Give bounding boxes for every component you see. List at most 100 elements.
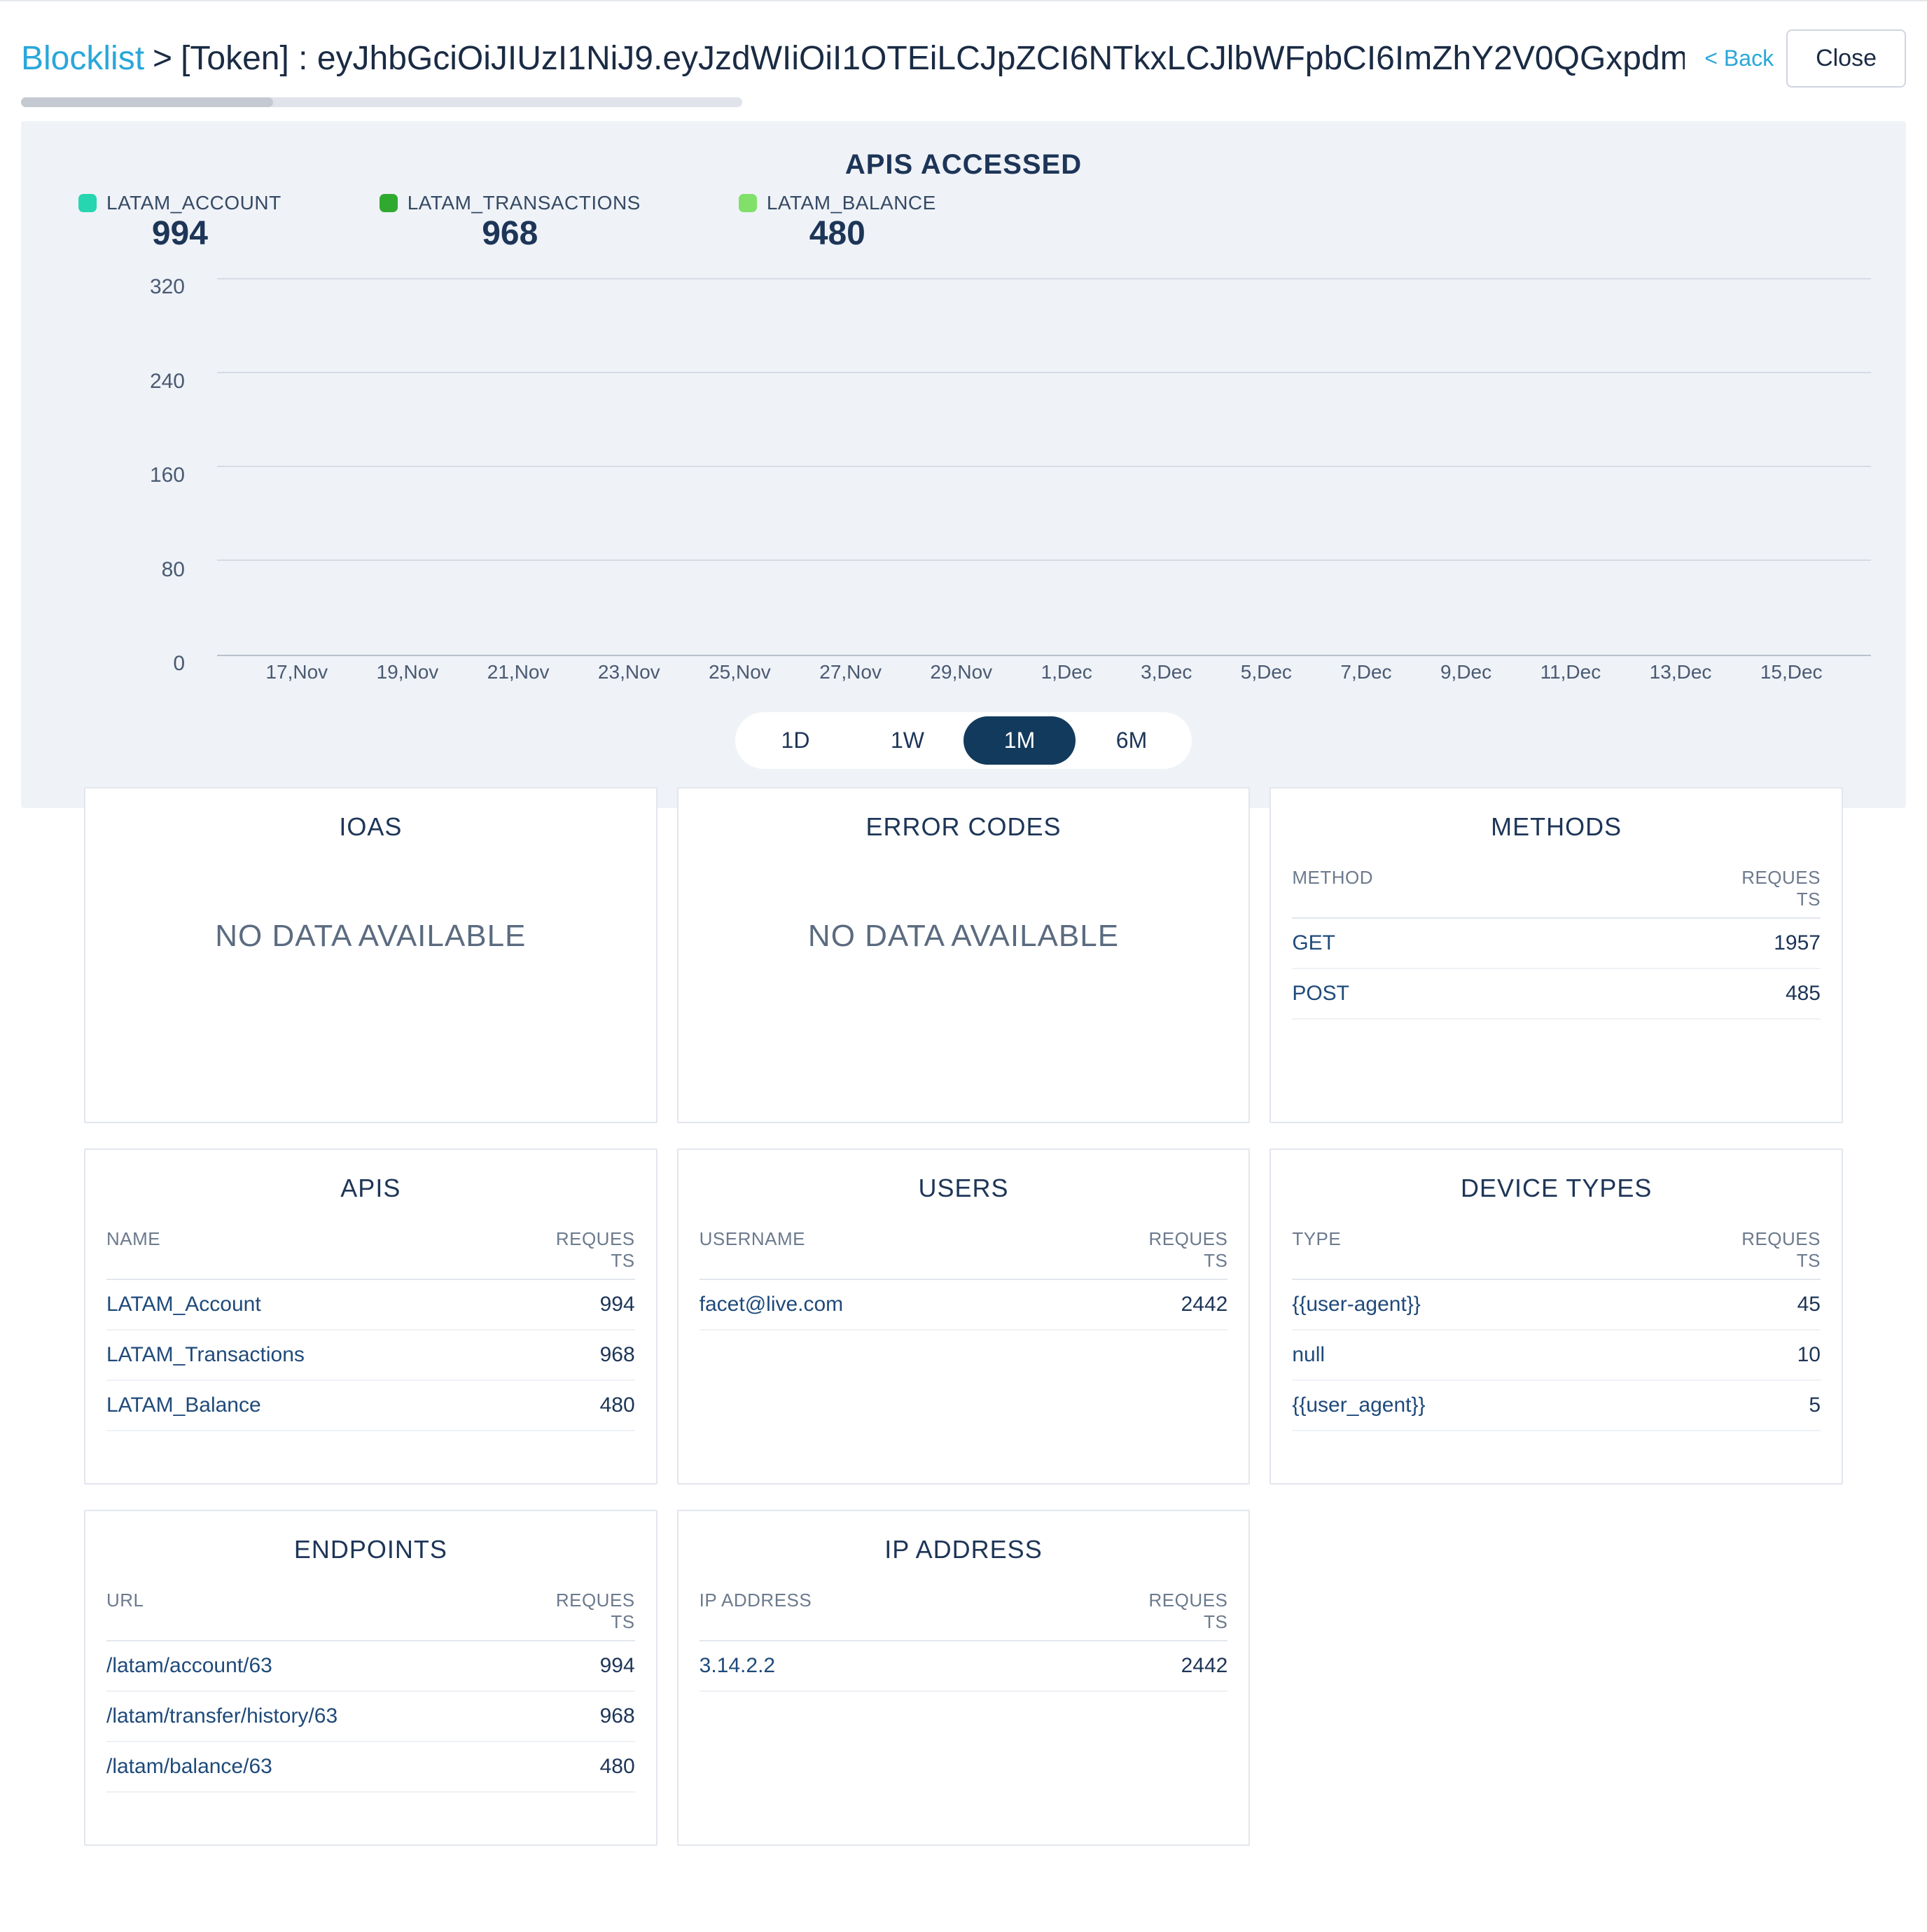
table-row[interactable]: {{user-agent}}45 [1292, 1279, 1821, 1330]
ip-address-table: IP ADDRESS REQUESTS 3.14.2.22442 [700, 1580, 1228, 1692]
header-scrollbar[interactable] [21, 97, 742, 107]
table-row[interactable]: GET1957 [1292, 918, 1821, 968]
chart-y-axis: 080160240320 [42, 279, 203, 665]
card-methods: METHODS METHOD REQUESTS GET1957POST485 [1269, 787, 1843, 1123]
apis-table: NAME REQUESTS LATAM_Account994LATAM_Tran… [106, 1218, 635, 1431]
cell-name: {{user_agent}} [1292, 1380, 1624, 1431]
table-row[interactable]: /latam/balance/63480 [106, 1742, 635, 1792]
legend-total: 968 [380, 214, 641, 253]
y-tick-label: 240 [150, 370, 185, 378]
x-tick-label: 7,Dec [1340, 661, 1391, 683]
card-title: ENDPOINTS [106, 1535, 635, 1564]
cell-requests: 968 [485, 1330, 635, 1380]
cell-requests: 2442 [1041, 1279, 1227, 1330]
col-header: USERNAME [700, 1218, 1041, 1279]
cell-name: {{user-agent}} [1292, 1279, 1624, 1330]
endpoints-table: URL REQUESTS /latam/account/63994/latam/… [106, 1580, 635, 1793]
breadcrumb-blocklist[interactable]: Blocklist [21, 39, 144, 78]
card-title: APIS [106, 1174, 635, 1203]
apis-accessed-panel: APIS ACCESSED LATAM_ACCOUNT 994 LATAM_TR… [21, 121, 1906, 808]
col-header: IP ADDRESS [700, 1580, 1010, 1641]
x-tick-label: 19,Nov [377, 661, 439, 683]
col-header: TYPE [1292, 1218, 1624, 1279]
card-title: METHODS [1292, 812, 1821, 842]
cell-name: POST [1292, 968, 1559, 1019]
cell-name: LATAM_Balance [106, 1380, 485, 1431]
legend-swatch-icon [739, 194, 757, 212]
device-types-table: TYPE REQUESTS {{user-agent}}45null10{{us… [1292, 1218, 1821, 1431]
legend-swatch-icon [380, 194, 398, 212]
time-range-selector: 1D1W1M6M [35, 712, 1892, 769]
legend-item-latam-transactions: LATAM_TRANSACTIONS 968 [380, 192, 641, 253]
card-error-codes: ERROR CODES NO DATA AVAILABLE [677, 787, 1251, 1123]
cell-requests: 485 [1559, 968, 1821, 1019]
table-row[interactable]: /latam/account/63994 [106, 1641, 635, 1691]
legend-total: 994 [78, 214, 281, 253]
table-row[interactable]: POST485 [1292, 968, 1821, 1019]
table-row[interactable]: facet@live.com2442 [700, 1279, 1228, 1330]
cell-name: LATAM_Account [106, 1279, 485, 1330]
legend-swatch-icon [78, 194, 97, 212]
breadcrumb-token: [Token] : eyJhbGciOiJIUzI1NiJ9.eyJzdWIiO… [181, 39, 1685, 78]
legend-item-latam-account: LATAM_ACCOUNT 994 [78, 192, 281, 253]
cell-requests: 480 [500, 1742, 634, 1792]
col-header: REQUESTS [1559, 857, 1821, 918]
col-header: URL [106, 1580, 500, 1641]
cell-name: /latam/balance/63 [106, 1742, 500, 1792]
card-title: DEVICE TYPES [1292, 1174, 1821, 1203]
col-header: REQUESTS [1624, 1218, 1821, 1279]
cell-requests: 45 [1624, 1279, 1821, 1330]
close-button[interactable]: Close [1786, 29, 1906, 88]
x-tick-label: 25,Nov [709, 661, 771, 683]
table-row[interactable]: LATAM_Transactions968 [106, 1330, 635, 1380]
header-scrollbar-thumb[interactable] [21, 97, 273, 107]
legend-label: LATAM_TRANSACTIONS [408, 192, 641, 214]
no-data-label: NO DATA AVAILABLE [700, 919, 1228, 954]
table-row[interactable]: {{user_agent}}5 [1292, 1380, 1821, 1431]
card-title: ERROR CODES [700, 812, 1228, 842]
users-table: USERNAME REQUESTS facet@live.com2442 [700, 1218, 1228, 1330]
chart-title: APIS ACCESSED [35, 149, 1892, 181]
legend-item-latam-balance: LATAM_BALANCE 480 [739, 192, 936, 253]
cell-requests: 968 [500, 1691, 634, 1742]
x-tick-label: 17,Nov [265, 661, 328, 683]
card-title: IP ADDRESS [700, 1535, 1228, 1564]
cell-name: null [1292, 1330, 1624, 1380]
stats-card-grid: IOAS NO DATA AVAILABLE ERROR CODES NO DA… [21, 787, 1906, 1888]
table-row[interactable]: LATAM_Balance480 [106, 1380, 635, 1431]
chart-legend: LATAM_ACCOUNT 994 LATAM_TRANSACTIONS 968… [35, 181, 1892, 267]
back-link[interactable]: < Back [1704, 46, 1774, 71]
table-row[interactable]: null10 [1292, 1330, 1821, 1380]
card-device-types: DEVICE TYPES TYPE REQUESTS {{user-agent}… [1269, 1148, 1843, 1485]
y-tick-label: 160 [150, 464, 185, 472]
legend-label: LATAM_BALANCE [767, 192, 936, 214]
cell-name: /latam/account/63 [106, 1641, 500, 1691]
col-header: REQUESTS [1041, 1218, 1227, 1279]
chart-plot: 080160240320 17,Nov19,Nov21,Nov23,Nov25,… [42, 279, 1885, 693]
col-header: REQUESTS [485, 1218, 635, 1279]
timerange-1m[interactable]: 1M [964, 716, 1076, 765]
x-tick-label: 13,Dec [1650, 661, 1712, 683]
timerange-1d[interactable]: 1D [739, 716, 851, 765]
methods-table: METHOD REQUESTS GET1957POST485 [1292, 857, 1821, 1020]
card-title: IOAS [106, 812, 635, 842]
x-tick-label: 1,Dec [1041, 661, 1092, 683]
card-users: USERS USERNAME REQUESTS facet@live.com24… [677, 1148, 1251, 1485]
y-tick-label: 320 [150, 275, 185, 284]
table-row[interactable]: LATAM_Account994 [106, 1279, 635, 1330]
x-tick-label: 15,Dec [1760, 661, 1823, 683]
col-header: REQUESTS [500, 1580, 634, 1641]
y-tick-label: 0 [173, 652, 185, 660]
table-row[interactable]: 3.14.2.22442 [700, 1641, 1228, 1691]
table-row[interactable]: /latam/transfer/history/63968 [106, 1691, 635, 1742]
timerange-6m[interactable]: 6M [1076, 716, 1188, 765]
no-data-label: NO DATA AVAILABLE [106, 919, 635, 954]
cell-name: facet@live.com [700, 1279, 1041, 1330]
breadcrumb-separator: > [153, 39, 172, 78]
x-tick-label: 29,Nov [930, 661, 992, 683]
timerange-1w[interactable]: 1W [851, 716, 964, 765]
cell-requests: 994 [485, 1279, 635, 1330]
x-tick-label: 27,Nov [819, 661, 882, 683]
x-tick-label: 9,Dec [1440, 661, 1491, 683]
cell-requests: 1957 [1559, 918, 1821, 968]
